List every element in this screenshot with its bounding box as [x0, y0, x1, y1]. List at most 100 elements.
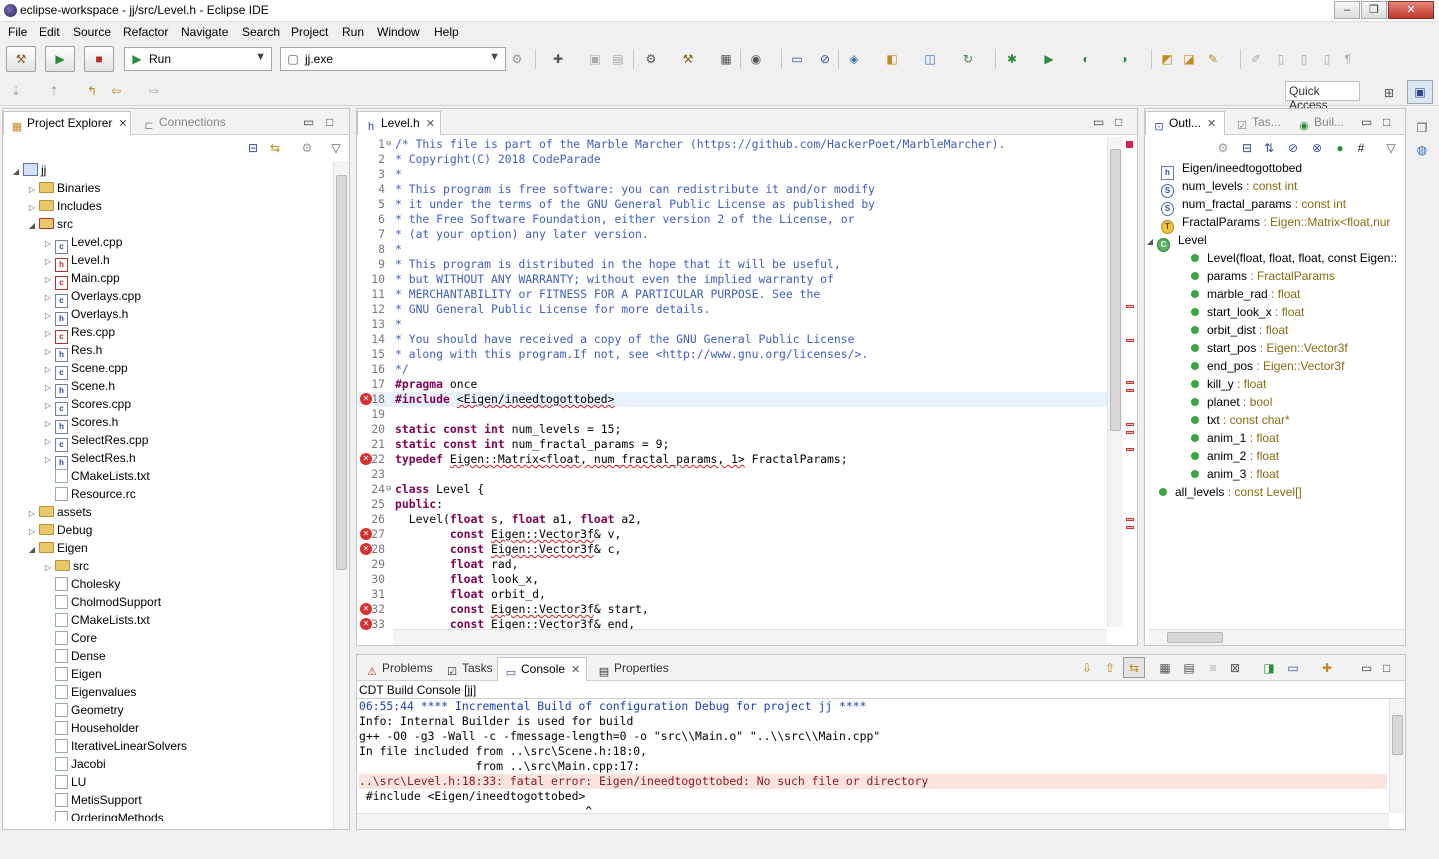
tab-properties[interactable]: ▤ Properties: [591, 657, 675, 681]
tree-item[interactable]: ▷ h Overlays.h: [43, 305, 128, 326]
outline-item[interactable]: start_pos : Eigen::Vector3f: [1191, 339, 1348, 357]
menu-project[interactable]: Project: [291, 25, 328, 39]
debug-icon[interactable]: ✱: [1004, 51, 1020, 67]
ruler-mark[interactable]: [1126, 431, 1134, 434]
new-file-icon[interactable]: ◫: [922, 51, 938, 67]
ruler-mark[interactable]: [1126, 423, 1134, 426]
code-line[interactable]: 11 * MERCHANTABILITY or FITNESS FOR A PAR…: [357, 287, 1109, 302]
ruler-mark[interactable]: [1126, 518, 1134, 521]
expanded-icon[interactable]: ◢: [1145, 233, 1155, 251]
code-line[interactable]: ✕ 32 const Eigen::Vector3f& start,: [357, 602, 1109, 617]
tree-item[interactable]: ▷ src: [43, 557, 89, 575]
skip-breakpoints-icon[interactable]: ⊘: [817, 51, 833, 67]
code-line[interactable]: 21 static const int num_fractal_params = …: [357, 437, 1109, 452]
fold-toggle-icon[interactable]: ⊖: [386, 482, 391, 497]
new-class-icon[interactable]: ◈: [846, 51, 862, 67]
ruler-mark[interactable]: [1126, 305, 1134, 308]
menu-help[interactable]: Help: [434, 25, 459, 39]
launch-target-select[interactable]: ▢ jj.exe ▼: [280, 47, 506, 71]
expanded-icon[interactable]: ◢: [27, 541, 37, 559]
sort-icon[interactable]: ⇅: [1261, 140, 1277, 156]
tab-console[interactable]: ▭ Console ✕: [497, 657, 587, 681]
code-line[interactable]: 25 public:: [357, 497, 1109, 512]
tree-item[interactable]: MetisSupport: [43, 791, 142, 809]
tree-item[interactable]: ▷ h Scores.h: [43, 413, 118, 434]
tree-scrollbar[interactable]: [333, 161, 349, 829]
code-line[interactable]: 1 ⊖ /* This file is part of the Marble Mar…: [357, 137, 1109, 152]
open-type-icon[interactable]: ◩: [1159, 51, 1175, 67]
coverage-icon[interactable]: ◐: [1078, 51, 1094, 67]
hide-fields-icon[interactable]: ⊘: [1285, 140, 1301, 156]
group-includes-icon[interactable]: #: [1353, 140, 1369, 156]
fold-toggle-icon[interactable]: ⊖: [386, 137, 391, 152]
tree-item[interactable]: Cholesky: [43, 575, 120, 593]
run-icon[interactable]: ▶: [1041, 51, 1057, 67]
menu-search[interactable]: Search: [242, 25, 280, 39]
pilcrow-icon[interactable]: ¶: [1340, 51, 1356, 67]
tree-item[interactable]: ▷ Binaries: [27, 179, 100, 197]
code-line[interactable]: 5 * it under the terms of the GNU General…: [357, 197, 1109, 212]
outline-item[interactable]: orbit_dist : float: [1191, 321, 1288, 339]
maximize-view-icon[interactable]: □: [1383, 661, 1390, 675]
minimize-button[interactable]: –: [1334, 1, 1360, 19]
code-line[interactable]: ✕ 27 const Eigen::Vector3f& v,: [357, 527, 1109, 542]
launch-button[interactable]: ▶: [45, 46, 75, 72]
outline-item[interactable]: anim_1 : float: [1191, 429, 1279, 447]
filters-icon[interactable]: ⚙: [299, 140, 315, 156]
tree-item[interactable]: ▷ Debug: [27, 521, 92, 539]
scrollbar-thumb[interactable]: [336, 175, 347, 570]
collapse-all-icon[interactable]: ⊟: [1239, 140, 1255, 156]
outline-item[interactable]: Level(float, float, float, const Eigen::: [1191, 249, 1397, 267]
maximize-view-icon[interactable]: □: [326, 115, 333, 129]
tab-problems[interactable]: ⚠ Problems: [359, 657, 439, 681]
tab-tasks[interactable]: ☑ Tas...: [1229, 111, 1287, 135]
copy-build-log-icon[interactable]: ▦: [1157, 660, 1173, 676]
new-console-icon[interactable]: ✚: [1319, 660, 1335, 676]
tree-item[interactable]: ◢ jj: [11, 161, 46, 179]
new-icon[interactable]: ✚: [550, 51, 566, 67]
maximize-view-icon[interactable]: □: [1383, 115, 1390, 129]
gear-icon[interactable]: ⚙: [509, 51, 525, 67]
new-folder-icon[interactable]: ◧: [884, 51, 900, 67]
code-line[interactable]: 9 * This program is distributed in the ho…: [357, 257, 1109, 272]
tree-item[interactable]: ▷ c Res.cpp: [43, 323, 115, 344]
code-line[interactable]: ✕ 18 #include <Eigen/ineedtogottobed>: [357, 392, 1109, 407]
tree-item[interactable]: Jacobi: [43, 755, 106, 773]
make-target-icon[interactable]: ◍: [1414, 142, 1430, 158]
code-line[interactable]: 10 * but WITHOUT ANY WARRANTY; without ev…: [357, 272, 1109, 287]
minimize-view-icon[interactable]: ▭: [303, 115, 314, 129]
outline-item[interactable]: anim_3 : float: [1191, 465, 1279, 483]
outline-item[interactable]: start_look_x : float: [1191, 303, 1304, 321]
code-line[interactable]: 8 *: [357, 242, 1109, 257]
pencil-icon[interactable]: ✎: [1205, 51, 1221, 67]
outline-item[interactable]: anim_2 : float: [1191, 447, 1279, 465]
ruler-mark[interactable]: [1126, 389, 1134, 392]
code-line[interactable]: 3 *: [357, 167, 1109, 182]
previous-annotation-icon[interactable]: ⇡: [46, 83, 62, 99]
view-menu-icon[interactable]: ▽: [328, 140, 344, 156]
close-icon[interactable]: ✕: [1207, 118, 1216, 130]
code-line[interactable]: 23: [357, 467, 1109, 482]
cpp-perspective-button[interactable]: ▣: [1407, 80, 1433, 104]
console-output[interactable]: 06:55:44 **** Incremental Build of confi…: [359, 699, 1389, 818]
scrollbar-thumb[interactable]: [1167, 632, 1223, 643]
menu-edit[interactable]: Edit: [39, 25, 60, 39]
outline-item[interactable]: Snum_fractal_params : const int: [1159, 195, 1346, 216]
tree-item[interactable]: ▷ c Main.cpp: [43, 269, 120, 290]
external-tools-icon[interactable]: ◑: [1116, 51, 1132, 67]
tab-tasks[interactable]: ☑ Tasks: [439, 657, 499, 681]
code-line[interactable]: 19: [357, 407, 1109, 422]
tree-item[interactable]: ▷ h Scene.h: [43, 377, 115, 398]
tab-build-targets[interactable]: ◉ Buil...: [1291, 111, 1350, 135]
toggle-mark-icon[interactable]: ▯: [1273, 51, 1289, 67]
hide-static-icon[interactable]: ⊗: [1309, 140, 1325, 156]
minimize-view-icon[interactable]: ▭: [1093, 115, 1104, 129]
open-folder-icon[interactable]: ◪: [1181, 51, 1197, 67]
scroll-lock-button[interactable]: ⇆: [1123, 657, 1145, 678]
code-line[interactable]: 26 Level(float s, float a1, float a2,: [357, 512, 1109, 527]
ruler-mark[interactable]: [1126, 526, 1134, 529]
close-icon[interactable]: ✕: [118, 118, 127, 130]
tree-item[interactable]: Dense: [43, 647, 106, 665]
outline-item[interactable]: h Eigen/ineedtogottobed: [1159, 159, 1302, 180]
open-perspective-icon[interactable]: ⊞: [1381, 85, 1397, 101]
